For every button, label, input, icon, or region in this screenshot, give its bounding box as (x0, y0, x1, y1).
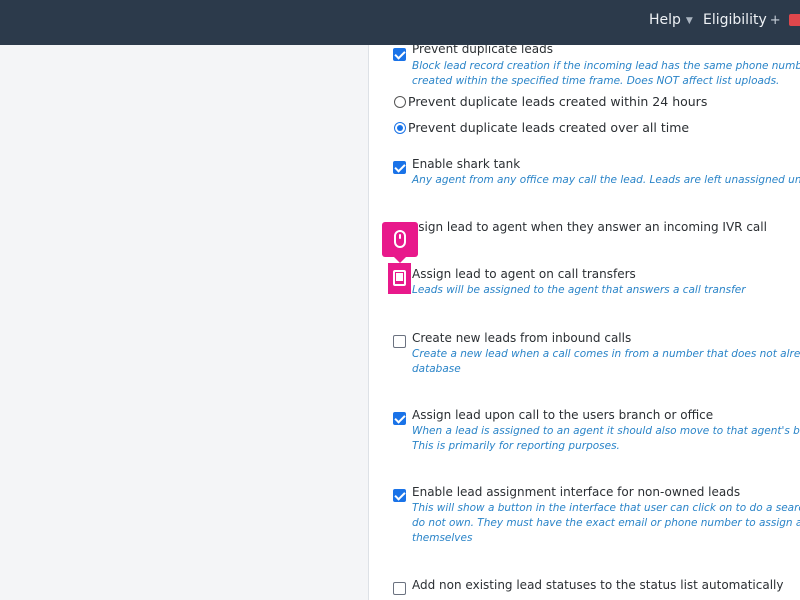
ivr-assign-label: ssign lead to agent when they answer an … (412, 220, 767, 234)
help-line: Create a new lead when a call comes in f… (412, 348, 800, 360)
shark-tank-checkbox[interactable] (393, 161, 406, 174)
click-tooltip (382, 222, 418, 263)
inbound-create-help: Create a new lead when a call comes in f… (412, 347, 800, 377)
status-list-checkbox[interactable] (393, 582, 406, 595)
notification-badge[interactable] (789, 14, 800, 26)
non-owned-help: This will show a button in the interface… (412, 501, 800, 546)
plus-icon: + (769, 13, 781, 28)
help-menu-label: Help (649, 12, 681, 28)
inbound-create-checkbox[interactable] (393, 335, 406, 348)
dup-all-time-radio[interactable] (394, 122, 406, 134)
call-transfer-help: Leads will be assigned to the agent that… (412, 283, 800, 298)
help-line: This will show a button in the interface… (412, 502, 800, 514)
help-line: do not own. They must have the exact ema… (412, 517, 800, 529)
help-line: themselves (412, 532, 473, 544)
non-owned-label: Enable lead assignment interface for non… (412, 485, 741, 499)
call-transfer-label: Assign lead to agent on call transfers (412, 267, 636, 281)
eligibility-menu[interactable]: Eligibility + (703, 12, 781, 28)
lead-settings-panel: Prevent duplicate leads Block lead recor… (369, 45, 800, 600)
branch-assign-help: When a lead is assigned to an agent it s… (412, 424, 800, 454)
prevent-duplicate-checkbox[interactable] (393, 48, 406, 61)
left-panel (0, 45, 369, 600)
dup-all-time-label: Prevent duplicate leads created over all… (408, 120, 690, 135)
non-owned-checkbox[interactable] (393, 489, 406, 502)
shark-tank-label: Enable shark tank (412, 157, 521, 171)
status-list-label: Add non existing lead statuses to the st… (412, 578, 784, 592)
dup-24h-label: Prevent duplicate leads created within 2… (408, 94, 708, 109)
help-line: created within the specified time frame.… (412, 75, 780, 87)
prevent-duplicate-label: Prevent duplicate leads (412, 45, 553, 56)
help-menu[interactable]: Help ▼ (649, 12, 693, 28)
eligibility-menu-label: Eligibility (703, 12, 767, 28)
call-transfer-checkbox-highlight[interactable] (388, 263, 411, 294)
chevron-down-icon: ▼ (685, 16, 693, 26)
help-line: When a lead is assigned to an agent it s… (412, 425, 800, 437)
help-line: database (412, 363, 461, 375)
help-line: Block lead record creation if the incomi… (412, 60, 800, 72)
help-line: Leads will be assigned to the agent that… (412, 284, 746, 296)
branch-assign-label: Assign lead upon call to the users branc… (412, 408, 714, 422)
shark-tank-help: Any agent from any office may call the l… (412, 173, 800, 188)
call-transfer-checkbox[interactable] (393, 270, 406, 286)
help-line: This is primarily for reporting purposes… (412, 440, 620, 452)
top-navbar: Help ▼ Eligibility + (0, 0, 800, 45)
prevent-duplicate-help: Block lead record creation if the incomi… (412, 59, 800, 89)
inbound-create-label: Create new leads from inbound calls (412, 331, 632, 345)
help-line: Any agent from any office may call the l… (412, 174, 800, 186)
branch-assign-checkbox[interactable] (393, 412, 406, 425)
dup-24h-radio[interactable] (394, 96, 406, 108)
mouse-icon (394, 230, 406, 248)
